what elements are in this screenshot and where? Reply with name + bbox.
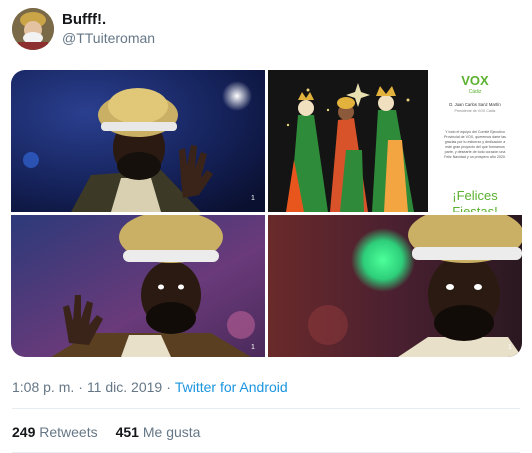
likes-label: Me gusta <box>142 424 201 440</box>
tweet-meta: 1:08 p. m. · 11 dic. 2019 · Twitter for Andr… <box>12 379 288 395</box>
vox-message-line: gracias por tu esfuerzo y dedicación a <box>445 140 506 144</box>
divider <box>12 408 520 409</box>
vox-region: Cádiz <box>469 89 482 95</box>
retweets-stat[interactable]: 249 Retweets <box>12 424 98 440</box>
vox-message-line: parte, y desearte de todo corazón una <box>445 150 506 154</box>
likes-count: 451 <box>115 424 139 440</box>
media-image-3[interactable]: 1 <box>11 215 265 357</box>
display-name[interactable]: Bufff!. <box>62 11 106 28</box>
retweets-label: Retweets <box>39 424 98 440</box>
meta-separator: · <box>78 379 83 395</box>
tweet-source-link[interactable]: Twitter for Android <box>175 379 288 395</box>
tweet-time[interactable]: 1:08 p. m. <box>12 379 74 395</box>
tv-watermark: 1 <box>508 344 512 351</box>
media-image-2-vox-card[interactable]: VOX Cádiz D. Juan Carlos Sanz Martín Pre… <box>268 70 522 212</box>
meta-separator: · <box>166 379 171 395</box>
media-grid: 1 VOX Cádiz D. Juan Carlos Sanz Martín P… <box>11 70 522 357</box>
avatar[interactable] <box>12 8 54 50</box>
vox-message-line: Provincial de VOX, queremos darte las <box>444 135 506 139</box>
user-handle[interactable]: @TTuiteroman <box>62 30 155 46</box>
media-image-4[interactable]: 1 <box>268 215 522 357</box>
vox-role: Presidente de VOX Cádiz <box>455 109 496 113</box>
tv-watermark: 1 <box>251 344 255 351</box>
tweet-stats: 249 Retweets 451 Me gusta <box>12 424 218 440</box>
vox-message-line: Feliz Navidad y un próspero año 2020. <box>444 155 506 159</box>
vox-greeting: ¡Felices <box>452 188 498 203</box>
vox-logo: VOX <box>461 73 489 88</box>
vox-person: D. Juan Carlos Sanz Martín <box>449 102 501 107</box>
tv-watermark: 1 <box>251 195 255 202</box>
retweets-count: 249 <box>12 424 36 440</box>
tweet-date[interactable]: 11 dic. 2019 <box>87 379 162 395</box>
vox-message-line: este gran proyecto del que formamos <box>445 145 505 149</box>
vox-greeting-cut: Fiestas! <box>452 204 498 212</box>
media-image-1[interactable]: 1 <box>11 70 265 212</box>
likes-stat[interactable]: 451 Me gusta <box>116 424 201 440</box>
vox-message-line: Y todo el equipo del Comité Ejecutivo <box>445 130 505 134</box>
